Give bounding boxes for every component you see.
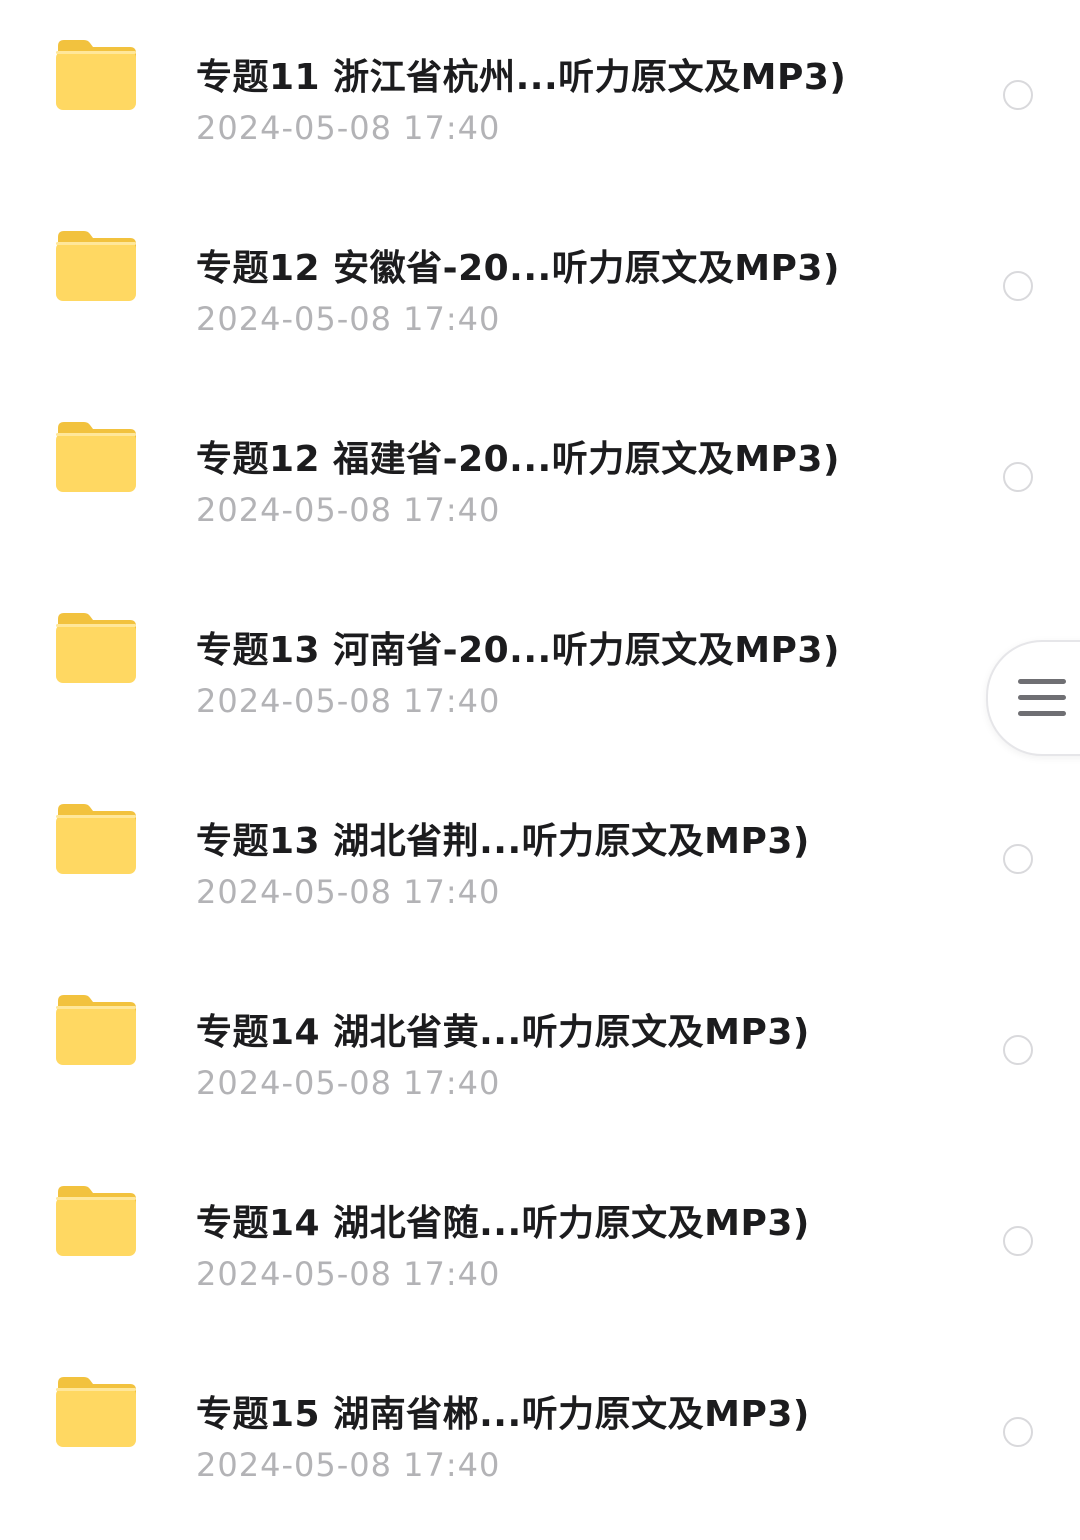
folder-icon: [54, 36, 138, 112]
folder-icon: [54, 227, 138, 303]
folder-icon: [54, 418, 138, 494]
hamburger-menu-icon: [1018, 679, 1068, 717]
file-date: 2024-05-08 17:40: [196, 1255, 501, 1293]
folder-icon: [54, 991, 138, 1067]
file-date: 2024-05-08 17:40: [196, 873, 501, 911]
file-name: 专题14 湖北省黄...听力原文及MP3): [196, 1012, 810, 1053]
file-row[interactable]: 专题15 湖南省郴...听力原文及MP3) 2024-05-08 17:40: [0, 1337, 1080, 1528]
file-name: 专题13 河南省-20...听力原文及MP3): [196, 630, 840, 671]
select-radio[interactable]: [1003, 844, 1033, 874]
file-date: 2024-05-08 17:40: [196, 300, 501, 338]
file-row[interactable]: 专题13 湖北省荆...听力原文及MP3) 2024-05-08 17:40: [0, 764, 1080, 955]
select-radio[interactable]: [1003, 271, 1033, 301]
folder-icon: [54, 1373, 138, 1449]
file-row[interactable]: 专题12 福建省-20...听力原文及MP3) 2024-05-08 17:40: [0, 382, 1080, 573]
select-radio[interactable]: [1003, 1035, 1033, 1065]
select-radio[interactable]: [1003, 1226, 1033, 1256]
file-date: 2024-05-08 17:40: [196, 491, 501, 529]
file-row[interactable]: 专题12 安徽省-20...听力原文及MP3) 2024-05-08 17:40: [0, 191, 1080, 382]
file-name: 专题13 湖北省荆...听力原文及MP3): [196, 821, 810, 862]
file-name: 专题11 浙江省杭州...听力原文及MP3): [196, 57, 847, 98]
file-name: 专题15 湖南省郴...听力原文及MP3): [196, 1394, 810, 1435]
file-row[interactable]: 专题14 湖北省黄...听力原文及MP3) 2024-05-08 17:40: [0, 955, 1080, 1146]
file-row[interactable]: 专题11 浙江省杭州...听力原文及MP3) 2024-05-08 17:40: [0, 0, 1080, 191]
file-date: 2024-05-08 17:40: [196, 109, 501, 147]
select-radio[interactable]: [1003, 80, 1033, 110]
file-name: 专题12 安徽省-20...听力原文及MP3): [196, 248, 840, 289]
select-radio[interactable]: [1003, 462, 1033, 492]
file-name: 专题14 湖北省随...听力原文及MP3): [196, 1203, 810, 1244]
file-date: 2024-05-08 17:40: [196, 1064, 501, 1102]
folder-icon: [54, 609, 138, 685]
file-date: 2024-05-08 17:40: [196, 1446, 501, 1484]
file-name: 专题12 福建省-20...听力原文及MP3): [196, 439, 840, 480]
file-list: 专题11 浙江省杭州...听力原文及MP3) 2024-05-08 17:40 …: [0, 0, 1080, 1540]
file-row[interactable]: 专题14 湖北省随...听力原文及MP3) 2024-05-08 17:40: [0, 1146, 1080, 1337]
select-radio[interactable]: [1003, 1417, 1033, 1447]
file-row[interactable]: 专题13 河南省-20...听力原文及MP3) 2024-05-08 17:40: [0, 573, 1080, 764]
file-date: 2024-05-08 17:40: [196, 682, 501, 720]
folder-icon: [54, 1182, 138, 1258]
folder-icon: [54, 800, 138, 876]
